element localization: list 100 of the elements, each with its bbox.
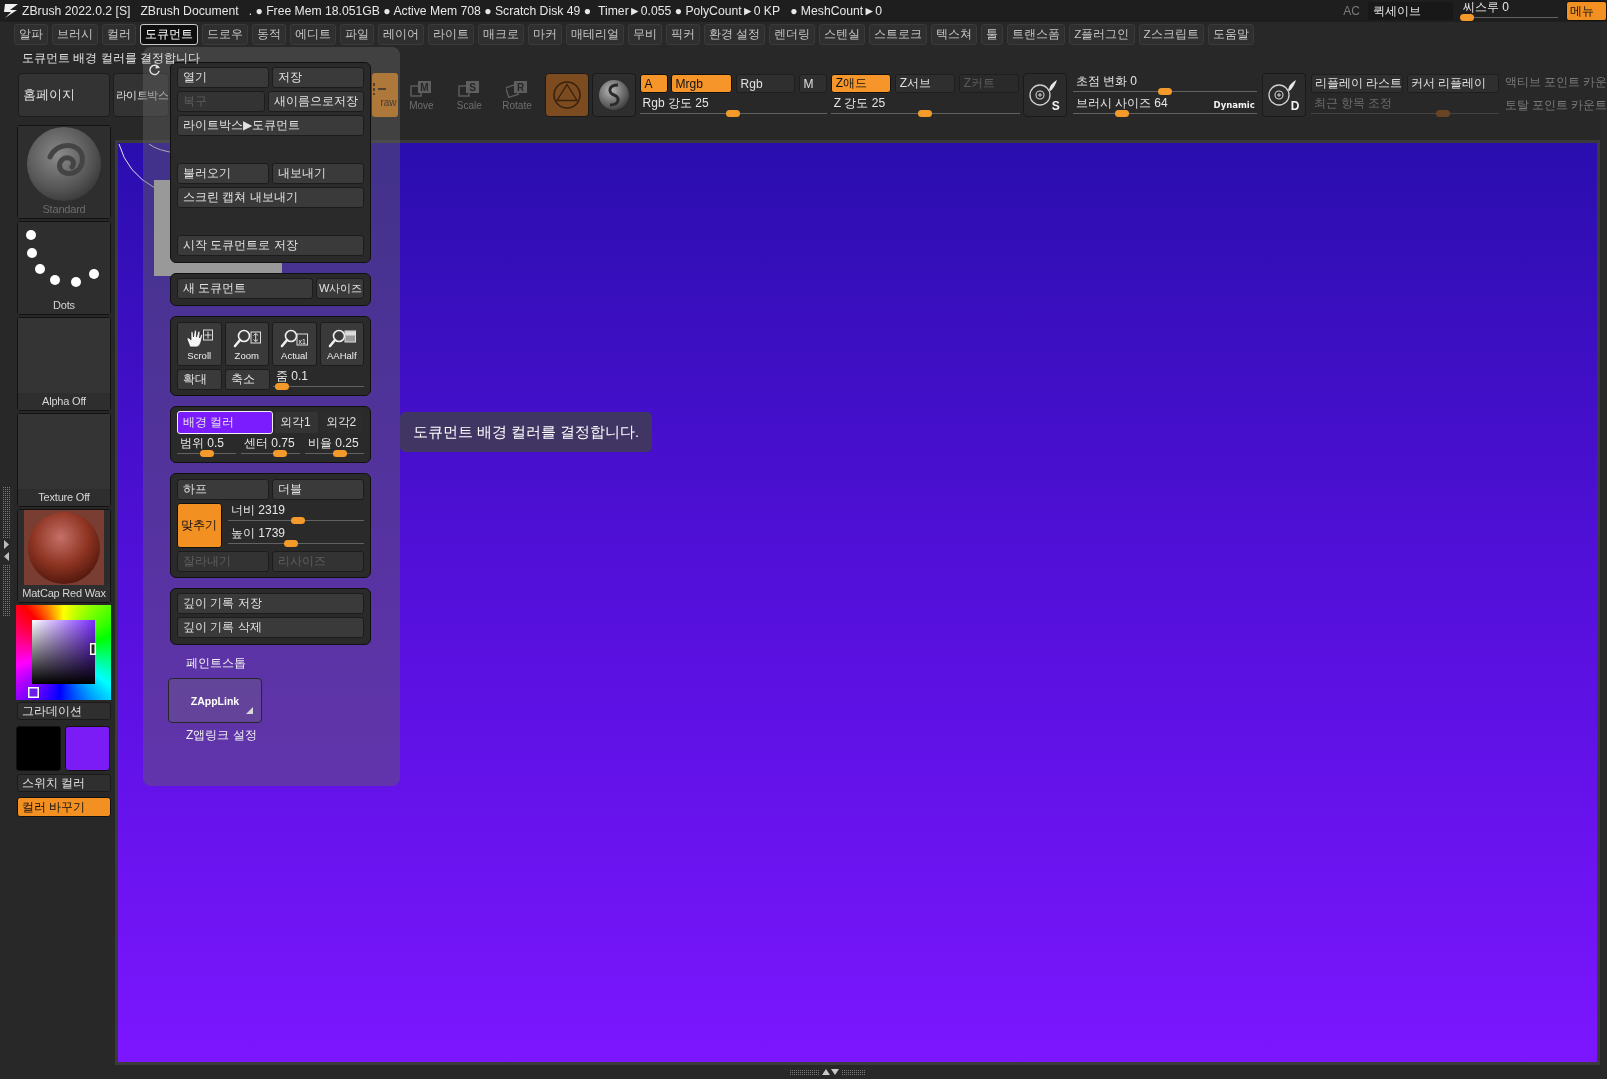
slider-thumb[interactable]: [332, 450, 347, 457]
palette-button[interactable]: 깊이 기록 저장: [177, 593, 364, 614]
gradient-button[interactable]: 그라데이션: [17, 702, 111, 720]
grip-handle-icon[interactable]: [3, 487, 10, 617]
slider-track[interactable]: [830, 110, 1020, 117]
fit-button[interactable]: 맞추기: [177, 503, 222, 548]
fill-color-button[interactable]: 컬러 바꾸기: [17, 797, 111, 817]
color-swatch[interactable]: [65, 726, 110, 771]
palette-button[interactable]: 열기: [177, 67, 269, 88]
palette-button[interactable]: 더블: [272, 479, 364, 500]
alpha-tile[interactable]: Alpha Off: [17, 317, 111, 411]
zoom-tool-button[interactable]: Zoom: [224, 322, 269, 366]
magnifier-icon: [327, 327, 356, 348]
menu-button[interactable]: 메뉴: [1566, 1, 1607, 21]
slider-thumb[interactable]: [273, 450, 288, 457]
status-text: . ● Free Mem 18.051GB ● Active Mem 708 ● Scratch Disk 49 ●: [248, 4, 591, 18]
quicksave-button[interactable]: 퀵세이브: [1368, 2, 1453, 20]
slider-thumb[interactable]: [918, 110, 933, 117]
texture-tile[interactable]: Texture Off: [17, 413, 111, 507]
menu-item[interactable]: 환경 설정: [704, 24, 766, 45]
slider-thumb[interactable]: [284, 540, 299, 547]
menu-item[interactable]: 레이어: [378, 24, 424, 45]
palette-button[interactable]: 저장: [272, 67, 364, 88]
palette-button[interactable]: W사이즈: [316, 278, 364, 299]
material-tile[interactable]: MatCap Red Wax: [17, 509, 111, 603]
menu-item[interactable]: 스텐실: [819, 24, 866, 45]
slider-track[interactable]: [273, 383, 364, 390]
palette-button[interactable]: 내보내기: [272, 163, 364, 184]
menu-item[interactable]: Z스크립트: [1138, 24, 1204, 45]
menu-item[interactable]: 텍스쳐: [931, 24, 978, 45]
palette-button[interactable]: 깊이 기록 삭제: [177, 617, 364, 638]
channel-button[interactable]: M: [798, 74, 827, 93]
palette-button[interactable]: 축소: [225, 369, 270, 390]
color-swatch[interactable]: [16, 726, 61, 771]
dynamics-button[interactable]: D: [1261, 73, 1306, 117]
menu-item[interactable]: 라이트: [428, 24, 474, 45]
palette-button[interactable]: 하프: [177, 479, 269, 500]
menu-item[interactable]: 툴: [981, 24, 1004, 45]
menu-item[interactable]: 에디트: [290, 24, 336, 45]
sculpt-mode-button[interactable]: Z애드: [830, 74, 891, 93]
toolbar-button[interactable]: 라이트박스: [112, 73, 169, 117]
palette-button[interactable]: 불러오기: [177, 163, 269, 184]
palette-button[interactable]: 시작 도큐먼트로 저장: [177, 235, 364, 256]
zapplink-button[interactable]: ZAppLink: [168, 678, 262, 723]
sphere-button[interactable]: [591, 73, 636, 117]
menu-item[interactable]: 트랜스폼: [1007, 24, 1066, 45]
slider-thumb[interactable]: [726, 110, 741, 117]
slider-track[interactable]: [1460, 14, 1558, 21]
sculpt-mode-button[interactable]: Z서브: [894, 74, 955, 93]
switch-color-button[interactable]: 스위치 컬러: [17, 774, 111, 792]
channel-button[interactable]: A: [639, 74, 668, 93]
color-option-button[interactable]: 외각1: [274, 411, 319, 434]
menu-item[interactable]: 스트로크: [869, 24, 928, 45]
menu-item[interactable]: 드로우: [202, 24, 248, 45]
menu-item[interactable]: 무비: [628, 24, 662, 45]
replay-button[interactable]: 리플레이 라스트: [1310, 74, 1403, 93]
channel-button[interactable]: Mrgb: [670, 74, 732, 93]
slider-track[interactable]: [639, 110, 827, 117]
hue-ring[interactable]: [16, 605, 111, 700]
menu-item[interactable]: 마커: [528, 24, 562, 45]
scroll-tool-button[interactable]: Scroll: [177, 322, 222, 366]
palette-button[interactable]: 라이트박스▶도큐먼트: [177, 115, 364, 136]
aahalf-tool-button[interactable]: AAHalf: [319, 322, 364, 366]
menu-item[interactable]: 컬러: [102, 24, 136, 45]
app-title: ZBrush 2022.0.2 [S]: [22, 4, 131, 18]
draw-icon: [371, 82, 386, 95]
menu-item[interactable]: 도큐먼트: [140, 24, 198, 45]
replay-button[interactable]: 커서 리플레이: [1406, 74, 1499, 93]
menu-item[interactable]: 매테리얼: [566, 24, 624, 45]
color-option-button[interactable]: 배경 컬러: [177, 411, 273, 434]
palette-button[interactable]: 새 도큐먼트: [177, 278, 313, 299]
menu-item[interactable]: 브러시: [52, 24, 98, 45]
menu-item[interactable]: 픽커: [666, 24, 700, 45]
menu-item[interactable]: 매크로: [478, 24, 524, 45]
toolbar-button[interactable]: 홈페이지: [18, 73, 110, 117]
stroke-tile[interactable]: Dots: [17, 221, 111, 315]
color-field[interactable]: [32, 620, 95, 684]
slider-thumb[interactable]: [291, 517, 306, 524]
slider-label: 비율 0.25: [308, 436, 359, 450]
slider-thumb[interactable]: [199, 450, 214, 457]
slider-thumb[interactable]: [275, 383, 290, 390]
dynamic-toggle[interactable]: Dynamic: [1213, 100, 1255, 110]
slider-label: 최근 항목 조정: [1313, 96, 1393, 110]
zapplink-settings-label: Z앱링크 설정: [186, 728, 257, 742]
slider-thumb[interactable]: [1157, 88, 1172, 95]
menu-item[interactable]: Z플러그인: [1069, 24, 1135, 45]
menu-item[interactable]: 알파: [14, 24, 48, 45]
menu-item[interactable]: 파일: [340, 24, 374, 45]
slider-thumb[interactable]: [1460, 14, 1474, 21]
menu-item[interactable]: 도움말: [1207, 24, 1254, 45]
grip-handle-icon[interactable]: [789, 1068, 866, 1076]
slider-thumb[interactable]: [1115, 110, 1130, 117]
menu-item[interactable]: 렌더링: [769, 24, 816, 45]
palette-button[interactable]: 새이름으로저장: [268, 91, 364, 112]
palette-button[interactable]: 스크린 캡쳐 내보내기: [177, 187, 364, 208]
menu-item[interactable]: 동적: [252, 24, 286, 45]
palette-button[interactable]: 확대: [177, 369, 222, 390]
stroke-button[interactable]: S: [1022, 73, 1067, 117]
circular-arrow-icon[interactable]: [148, 63, 161, 76]
channel-button[interactable]: Rgb: [735, 74, 795, 93]
